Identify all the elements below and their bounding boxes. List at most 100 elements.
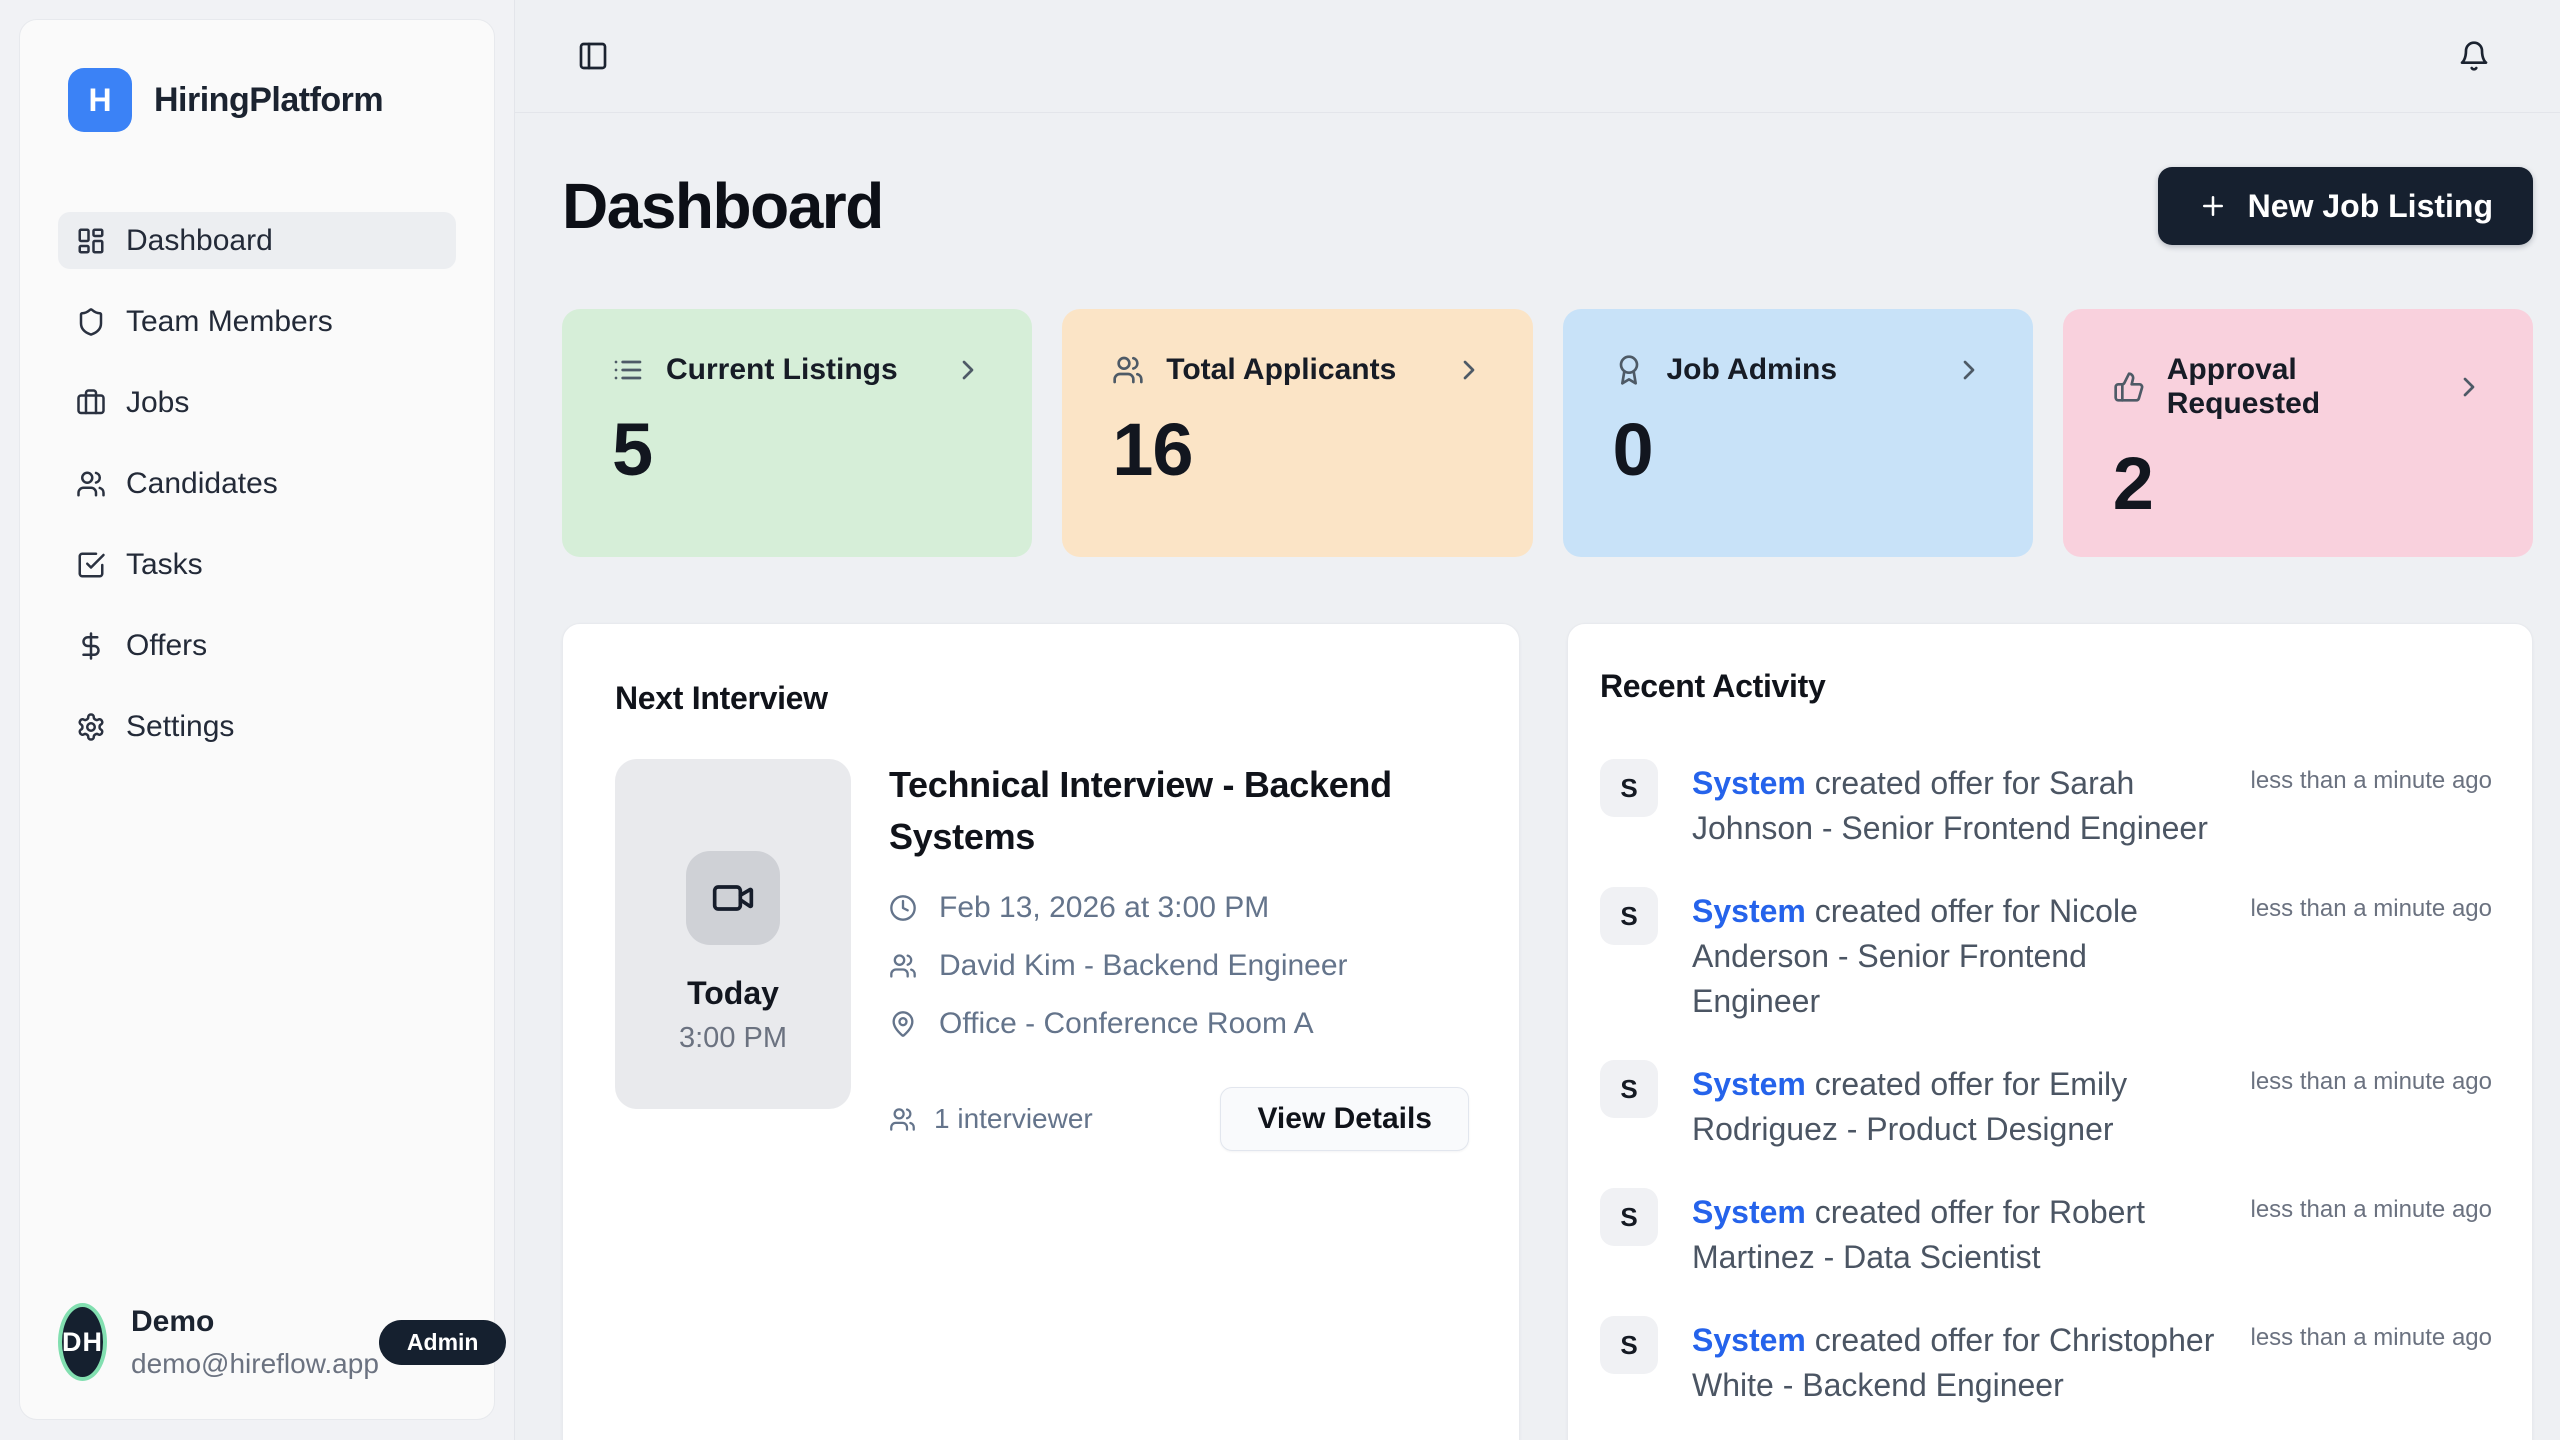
gear-icon [76,712,106,742]
dollar-icon [76,631,106,661]
activity-actor-link[interactable]: System [1692,893,1806,929]
sidebar-item-label: Jobs [126,386,189,420]
app-title: HiringPlatform [154,81,383,120]
sidebar-item[interactable]: Offers [58,617,456,674]
user-email: demo@hireflow.app [131,1348,379,1380]
view-details-button[interactable]: View Details [1220,1087,1469,1151]
interviewer-count: 1 interviewer [889,1103,1093,1135]
users-icon [889,952,917,980]
chevron-right-icon [952,354,984,386]
map-pin-icon [889,1010,917,1038]
activity-text: System created offer for Nicole Anderson… [1692,887,2217,1024]
sidebar-toggle-button[interactable] [577,40,609,72]
activity-row: S System created offer for Sarah Johnson… [1600,759,2492,851]
interview-datetime: Feb 13, 2026 at 3:00 PM [939,891,1269,925]
interview-person: David Kim - Backend Engineer [939,949,1348,983]
main-area: Dashboard New Job Listing Current Listin… [514,0,2560,1440]
stat-value: 2 [2113,441,2485,526]
users-icon [1112,354,1144,386]
interview-location-row: Office - Conference Room A [889,1007,1469,1041]
activity-actor-link[interactable]: System [1692,1322,1806,1358]
stat-card[interactable]: Job Admins 0 [1563,309,2033,557]
activity-text: System created offer for Emily Rodriguez… [1692,1060,2217,1152]
sidebar-nav: Dashboard Team Members Jobs Candidates [58,212,456,755]
sidebar-item[interactable]: Jobs [58,374,456,431]
brand: H HiringPlatform [68,68,456,132]
sidebar-item-label: Offers [126,629,207,663]
topbar [515,0,2560,113]
stat-card[interactable]: Approval Requested 2 [2063,309,2533,557]
stats-row: Current Listings 5 Total Applicants 16 [562,309,2533,557]
chevron-right-icon [2453,371,2485,403]
activity-avatar: S [1600,1188,1658,1246]
stat-card[interactable]: Current Listings 5 [562,309,1032,557]
activity-text: System created offer for Christopher Whi… [1692,1316,2217,1408]
interview-location: Office - Conference Room A [939,1007,1314,1041]
plus-icon [2198,191,2228,221]
sidebar-item[interactable]: Settings [58,698,456,755]
sidebar-item[interactable]: Tasks [58,536,456,593]
user-name: Demo [131,1305,379,1339]
users-icon [889,1106,916,1133]
briefcase-icon [76,388,106,418]
activity-actor-link[interactable]: System [1692,1194,1806,1230]
activity-avatar: S [1600,759,1658,817]
sidebar-item-label: Candidates [126,467,278,501]
sidebar-item-label: Dashboard [126,224,273,258]
sidebar-item-label: Settings [126,710,234,744]
thumbs-up-icon [2113,371,2145,403]
dashboard-content: Dashboard New Job Listing Current Listin… [515,113,2560,1440]
activity-timestamp: less than a minute ago [2251,1060,2493,1096]
recent-activity-card: Recent Activity S System created offer f… [1567,623,2533,1440]
stat-label: Job Admins [1667,353,1838,387]
recent-activity-title: Recent Activity [1600,668,2492,705]
new-job-listing-button[interactable]: New Job Listing [2158,167,2533,245]
video-icon [711,876,755,920]
activity-text: System created offer for Sarah Johnson -… [1692,759,2217,851]
activity-timestamp: less than a minute ago [2251,887,2493,923]
dashboard-columns: Next Interview Today 3:00 PM Technical I… [562,623,2533,1440]
interview-time: 3:00 PM [679,1022,787,1055]
sidebar-item-label: Tasks [126,548,203,582]
stat-label: Current Listings [666,353,898,387]
activity-timestamp: less than a minute ago [2251,759,2493,795]
next-interview-title: Next Interview [615,680,1469,717]
activity-actor-link[interactable]: System [1692,765,1806,801]
sidebar-item[interactable]: Dashboard [58,212,456,269]
check-square-icon [76,550,106,580]
activity-avatar: S [1600,1060,1658,1118]
stat-value: 16 [1112,407,1484,492]
sidebar-item[interactable]: Team Members [58,293,456,350]
stat-label: Approval Requested [2167,353,2431,421]
activity-avatar: S [1600,1316,1658,1374]
stat-value: 5 [612,407,984,492]
users-icon [76,469,106,499]
app-root: H HiringPlatform Dashboard Team Members … [0,0,2560,1440]
next-interview-card: Next Interview Today 3:00 PM Technical I… [562,623,1520,1440]
stat-card[interactable]: Total Applicants 16 [1062,309,1532,557]
user-card[interactable]: DH Demo demo@hireflow.app Admin [58,1303,456,1381]
interview-person-row: David Kim - Backend Engineer [889,949,1469,983]
page-header: Dashboard New Job Listing [562,167,2533,245]
notifications-button[interactable] [2458,40,2490,72]
activity-text: System created offer for Robert Martinez… [1692,1188,2217,1280]
stat-value: 0 [1613,407,1985,492]
activity-timestamp: less than a minute ago [2251,1188,2493,1224]
sidebar-item-label: Team Members [126,305,333,339]
panel-left-icon [577,40,609,72]
chevron-right-icon [1953,354,1985,386]
bell-icon [2458,40,2490,72]
sidebar: H HiringPlatform Dashboard Team Members … [19,19,495,1420]
activity-row: S System created offer for Christopher W… [1600,1316,2492,1408]
interview-datetime-row: Feb 13, 2026 at 3:00 PM [889,891,1469,925]
activity-row: S System created offer for Robert Martin… [1600,1188,2492,1280]
app-logo: H [68,68,132,132]
activity-timestamp: less than a minute ago [2251,1316,2493,1352]
shield-icon [76,307,106,337]
interview-job-title: Technical Interview - Backend Systems [889,759,1399,863]
activity-actor-link[interactable]: System [1692,1066,1806,1102]
chevron-right-icon [1453,354,1485,386]
sidebar-item[interactable]: Candidates [58,455,456,512]
user-info: Demo demo@hireflow.app [131,1305,379,1380]
activity-row: S System created offer for Nicole Anders… [1600,887,2492,1024]
